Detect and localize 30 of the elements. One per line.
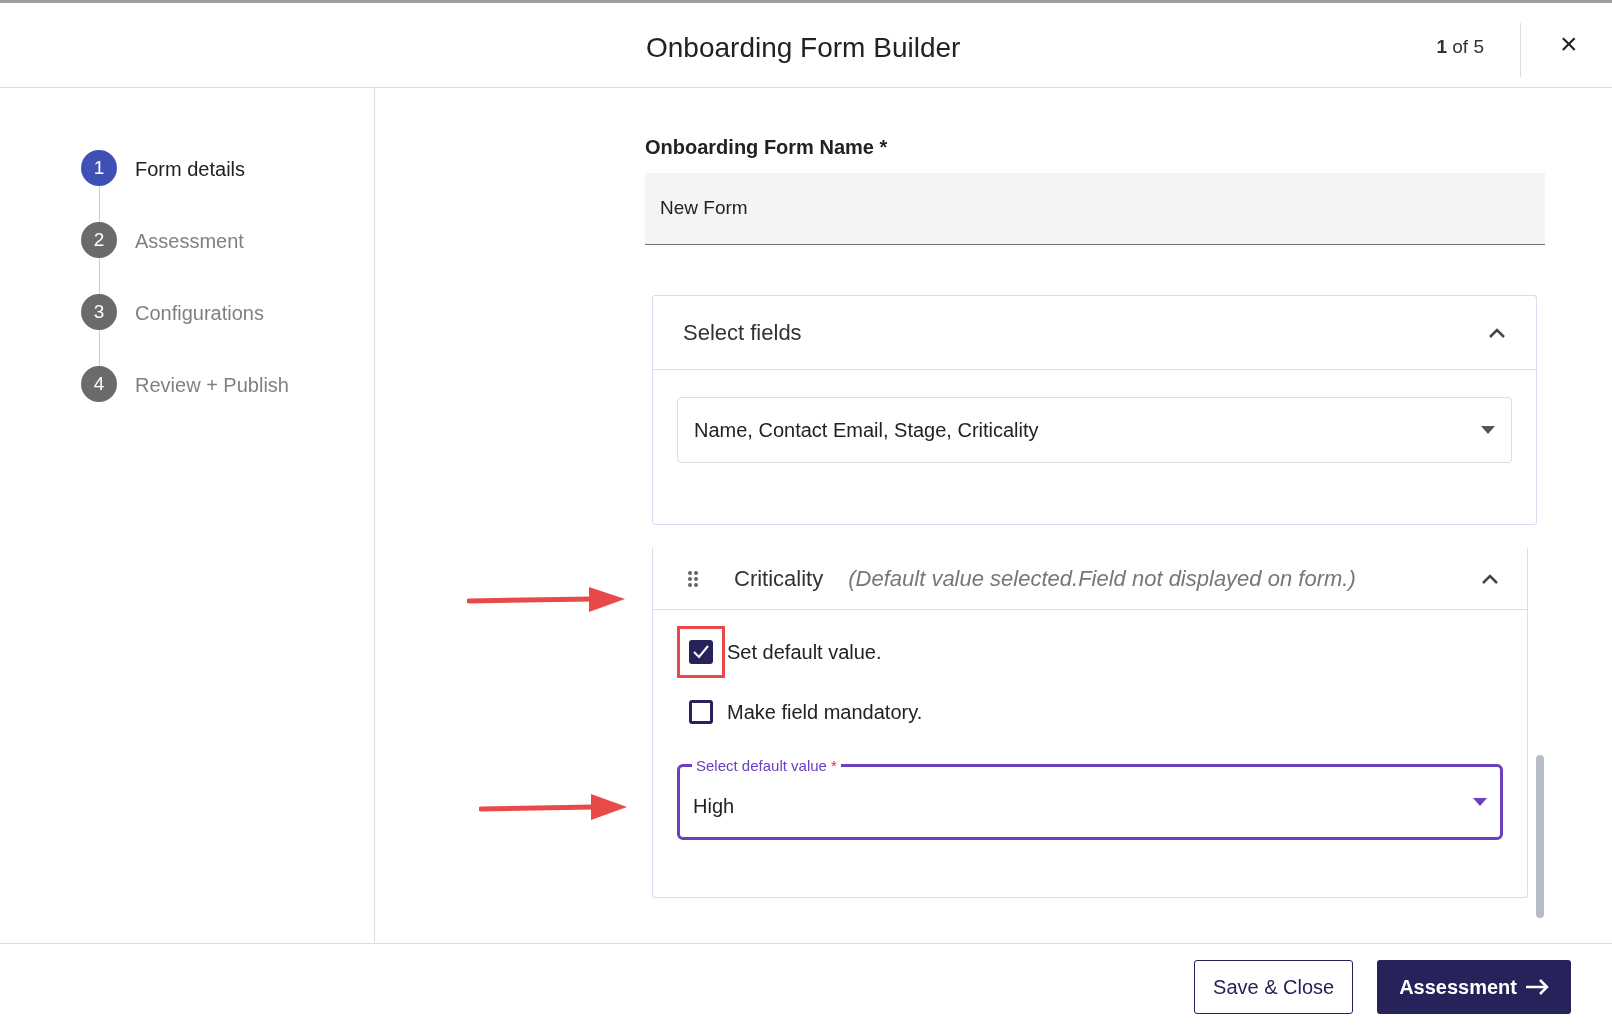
fields-dropdown[interactable]: Name, Contact Email, Stage, Criticality xyxy=(677,397,1512,463)
step-number: 1 xyxy=(81,150,117,186)
step-label[interactable]: Assessment xyxy=(135,226,244,256)
page-counter: 1 of 5 xyxy=(1436,35,1484,59)
scrollbar[interactable] xyxy=(1536,755,1544,918)
step-number: 4 xyxy=(81,366,117,402)
form-name-field[interactable]: New Form xyxy=(645,173,1545,245)
checkbox-label: Make field mandatory. xyxy=(727,700,923,725)
step-label[interactable]: Review + Publish xyxy=(135,370,289,400)
drag-handle-icon[interactable] xyxy=(687,569,699,588)
step-label[interactable]: Configurations xyxy=(135,298,264,328)
card-note: (Default value selected.Field not displayed on form.) xyxy=(848,565,1356,593)
field-label: Onboarding Form Name * xyxy=(645,135,888,160)
close-button[interactable]: × xyxy=(1560,29,1578,59)
save-close-button[interactable]: Save & Close xyxy=(1194,960,1354,1014)
window-title: Onboarding Form Builder xyxy=(646,31,961,65)
arrow-right-icon xyxy=(1525,979,1549,995)
step-number: 3 xyxy=(81,294,117,330)
dropdown-arrow-icon xyxy=(1473,798,1487,806)
checkbox-label: Set default value. xyxy=(727,640,882,665)
checkbox[interactable] xyxy=(689,700,713,724)
next-button[interactable]: Assessment xyxy=(1377,960,1571,1014)
chevron-icon[interactable] xyxy=(1481,572,1499,585)
dropdown-arrow-icon xyxy=(1481,426,1495,434)
checkbox[interactable] xyxy=(689,640,713,664)
step-number: 2 xyxy=(81,222,117,258)
step-label[interactable]: Form details xyxy=(135,154,246,184)
chevron-icon[interactable] xyxy=(1488,326,1506,339)
card-title: Criticality xyxy=(734,565,824,593)
card-title: Select fields xyxy=(683,319,802,347)
